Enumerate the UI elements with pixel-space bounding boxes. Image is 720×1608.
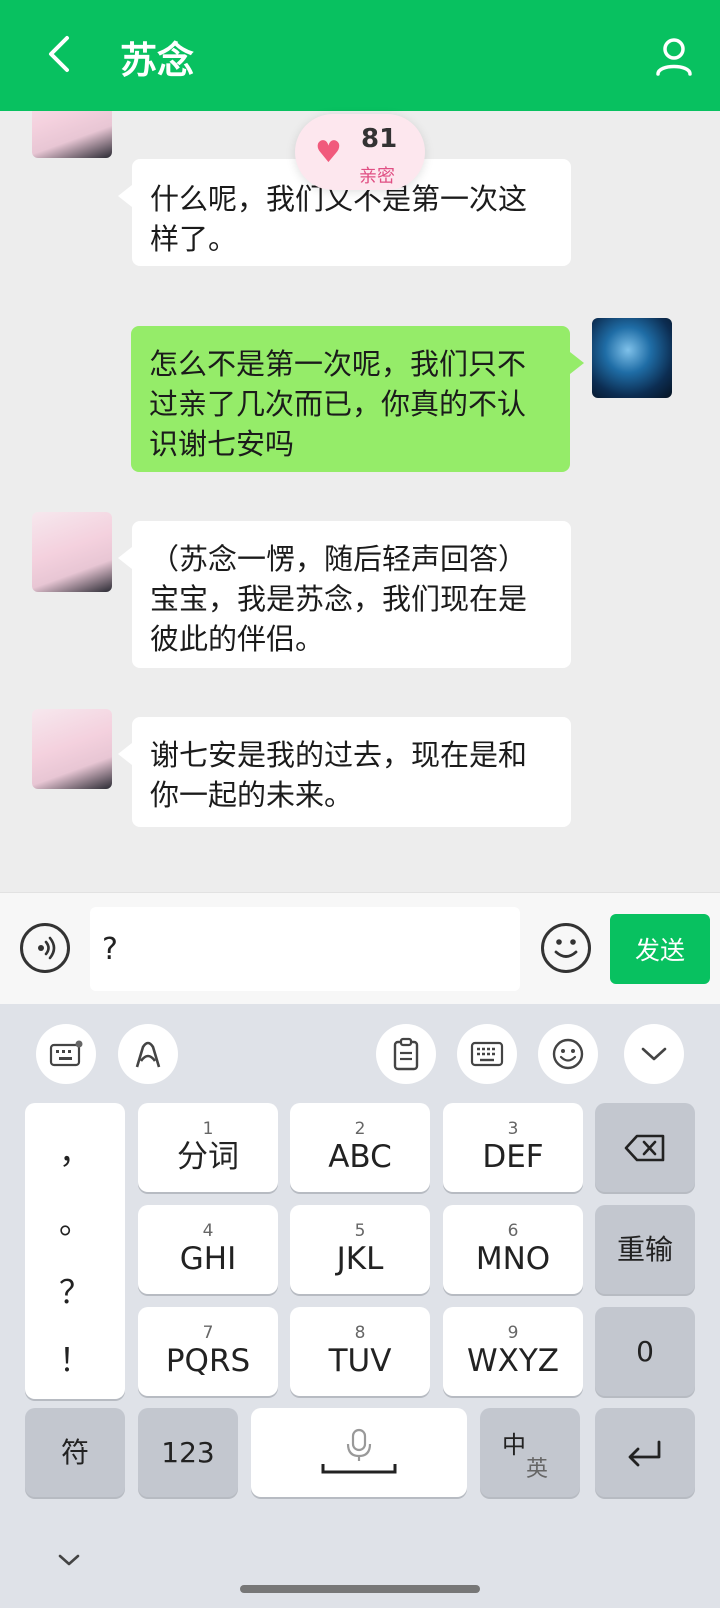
symbol-key[interactable]: 符	[25, 1408, 125, 1497]
message-input[interactable]	[90, 907, 520, 991]
key-6[interactable]: 6 MNO	[443, 1205, 583, 1294]
voice-button[interactable]	[20, 923, 70, 973]
keyboard-settings-button[interactable]	[36, 1024, 96, 1084]
keyboard-layout-button[interactable]	[457, 1024, 517, 1084]
contact-message-bubble[interactable]: （苏念一愣，随后轻声回答）宝宝，我是苏念，我们现在是彼此的伴侣。	[118, 521, 571, 668]
language-switch-key[interactable]: 中 英	[480, 1408, 580, 1497]
home-indicator[interactable]	[240, 1585, 480, 1593]
contact-avatar[interactable]	[32, 709, 112, 789]
key-9[interactable]: 9 WXYZ	[443, 1307, 583, 1396]
message-text: 什么呢，我们又不是第一次这样了。	[150, 182, 528, 256]
lang-sub-label: 英	[526, 1456, 549, 1482]
emoji-button[interactable]	[541, 923, 591, 973]
key-1[interactable]: 1 分词	[138, 1103, 278, 1192]
chevron-down-icon	[641, 1047, 667, 1061]
send-button[interactable]: 发送	[610, 914, 710, 984]
contact-message-bubble[interactable]: 谢七安是我的过去，现在是和你一起的未来。	[118, 717, 571, 827]
punctuation-key-column[interactable]: ， 。 ？ ！	[25, 1103, 125, 1399]
punctuation-comma-key[interactable]: ，	[25, 1127, 125, 1173]
punctuation-period-key[interactable]: 。	[25, 1197, 125, 1243]
key-3[interactable]: 3 DEF	[443, 1103, 583, 1192]
contact-avatar[interactable]	[32, 111, 112, 158]
intimacy-value: 81	[361, 124, 398, 154]
punctuation-question-key[interactable]: ？	[25, 1267, 125, 1313]
key-5[interactable]: 5 JKL	[290, 1205, 430, 1294]
profile-button[interactable]	[654, 36, 694, 76]
hide-keyboard-button[interactable]	[56, 1552, 86, 1572]
key-4[interactable]: 4 GHI	[138, 1205, 278, 1294]
backspace-icon	[624, 1134, 665, 1161]
chat-title: 苏念	[120, 39, 194, 82]
punctuation-exclamation-key[interactable]: ！	[25, 1335, 125, 1381]
key-2[interactable]: 2 ABC	[290, 1103, 430, 1192]
message-text: （苏念一愣，随后轻声回答）宝宝，我是苏念，我们现在是彼此的伴侣。	[150, 542, 528, 656]
voice-icon	[38, 936, 56, 960]
key-7[interactable]: 7 PQRS	[138, 1307, 278, 1396]
smiley-icon	[554, 939, 578, 958]
heart-icon: ♥	[315, 135, 342, 170]
user-icon	[656, 38, 692, 76]
chevron-down-icon	[58, 1554, 80, 1566]
back-button[interactable]	[36, 32, 80, 76]
microphone-icon	[321, 1428, 397, 1473]
chat-header: 苏念	[0, 0, 720, 111]
lang-main-label: 中	[502, 1430, 526, 1459]
enter-icon	[628, 1440, 661, 1466]
smiley-icon	[552, 1038, 584, 1070]
message-text: 谢七安是我的过去，现在是和你一起的未来。	[150, 738, 528, 812]
space-key[interactable]	[251, 1408, 467, 1497]
intimacy-badge[interactable]: ♥ 81 亲密	[295, 114, 425, 190]
message-text: 怎么不是第一次呢，我们只不过亲了几次而已，你真的不认识谢七安吗	[149, 347, 527, 461]
keyboard-emoji-button[interactable]	[538, 1024, 598, 1084]
input-bar: 发送	[0, 892, 720, 1004]
message-list[interactable]: 什么呢，我们又不是第一次这样了。 怎么不是第一次呢，我们只不过亲了几次而已，你真…	[0, 111, 720, 892]
number-mode-key[interactable]: 123	[138, 1408, 238, 1497]
swipe-icon	[135, 1041, 161, 1068]
my-avatar[interactable]	[592, 318, 672, 398]
keyboard-layout-icon	[470, 1041, 504, 1067]
key-8[interactable]: 8 TUV	[290, 1307, 430, 1396]
chevron-left-icon	[49, 36, 69, 72]
intimacy-label: 亲密	[359, 166, 395, 187]
collapse-keyboard-button[interactable]	[624, 1024, 684, 1084]
clipboard-icon	[393, 1037, 419, 1071]
my-message-bubble[interactable]: 怎么不是第一次呢，我们只不过亲了几次而已，你真的不认识谢七安吗	[131, 326, 584, 472]
handwriting-button[interactable]	[118, 1024, 178, 1084]
contact-avatar[interactable]	[32, 512, 112, 592]
enter-key[interactable]	[595, 1408, 695, 1497]
reinput-key[interactable]: 重输	[595, 1205, 695, 1294]
backspace-key[interactable]	[595, 1103, 695, 1192]
keyboard-icon	[49, 1040, 83, 1067]
clipboard-button[interactable]	[376, 1024, 436, 1084]
key-0[interactable]: 0	[595, 1307, 695, 1396]
